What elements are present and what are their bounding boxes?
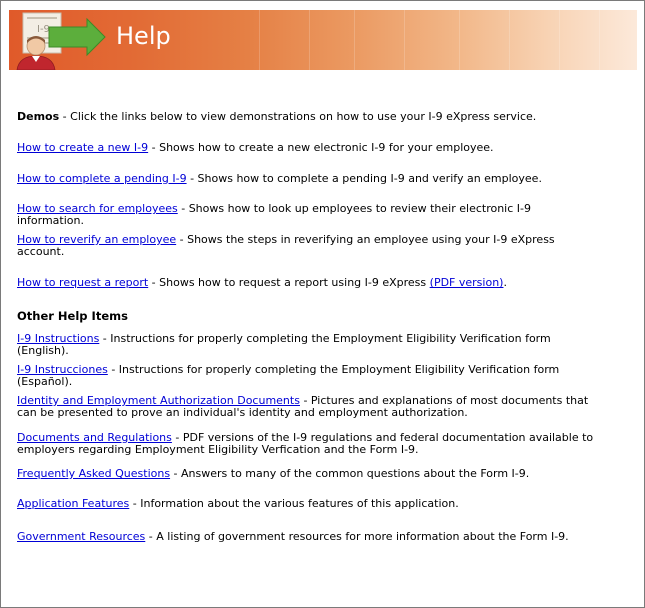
logo-text: I-9	[37, 24, 50, 35]
other-help-heading: Other Help Items	[17, 309, 128, 323]
list-item: How to reverify an employee - Shows the …	[17, 233, 555, 258]
link-complete-pending-i9[interactable]: How to complete a pending I-9	[17, 172, 187, 185]
link-government-resources[interactable]: Government Resources	[17, 530, 145, 543]
list-item: How to create a new I-9 - Shows how to c…	[17, 141, 494, 154]
demos-intro: Demos - Click the links below to view de…	[17, 111, 637, 123]
list-item: Documents and Regulations - PDF versions…	[17, 431, 594, 456]
page-title: Help	[116, 22, 171, 50]
link-request-report[interactable]: How to request a report	[17, 276, 148, 289]
demos-intro-text: - Click the links below to view demonstr…	[59, 110, 537, 123]
list-item: Government Resources - A listing of gove…	[17, 530, 569, 543]
list-item: Application Features - Information about…	[17, 497, 459, 510]
list-item: I-9 Instructions - Instructions for prop…	[17, 332, 551, 357]
link-faq[interactable]: Frequently Asked Questions	[17, 467, 170, 480]
list-item: I-9 Instrucciones - Instructions for pro…	[17, 363, 560, 388]
link-create-new-i9[interactable]: How to create a new I-9	[17, 141, 148, 154]
page-frame: I-9 Help Demos - Click the links below t…	[0, 0, 645, 608]
list-item: How to request a report - Shows how to r…	[17, 276, 507, 289]
list-item: Identity and Employment Authorization Do…	[17, 394, 589, 419]
i9-document-arrow-person-icon: I-9	[16, 12, 106, 70]
demos-heading: Demos	[17, 110, 60, 123]
list-item: Frequently Asked Questions - Answers to …	[17, 467, 530, 480]
list-item: How to complete a pending I-9 - Shows ho…	[17, 172, 542, 185]
link-pdf-version[interactable]: (PDF version)	[430, 276, 504, 289]
link-application-features[interactable]: Application Features	[17, 497, 129, 510]
list-item: How to search for employees - Shows how …	[17, 202, 531, 227]
help-banner: I-9 Help	[9, 10, 637, 70]
